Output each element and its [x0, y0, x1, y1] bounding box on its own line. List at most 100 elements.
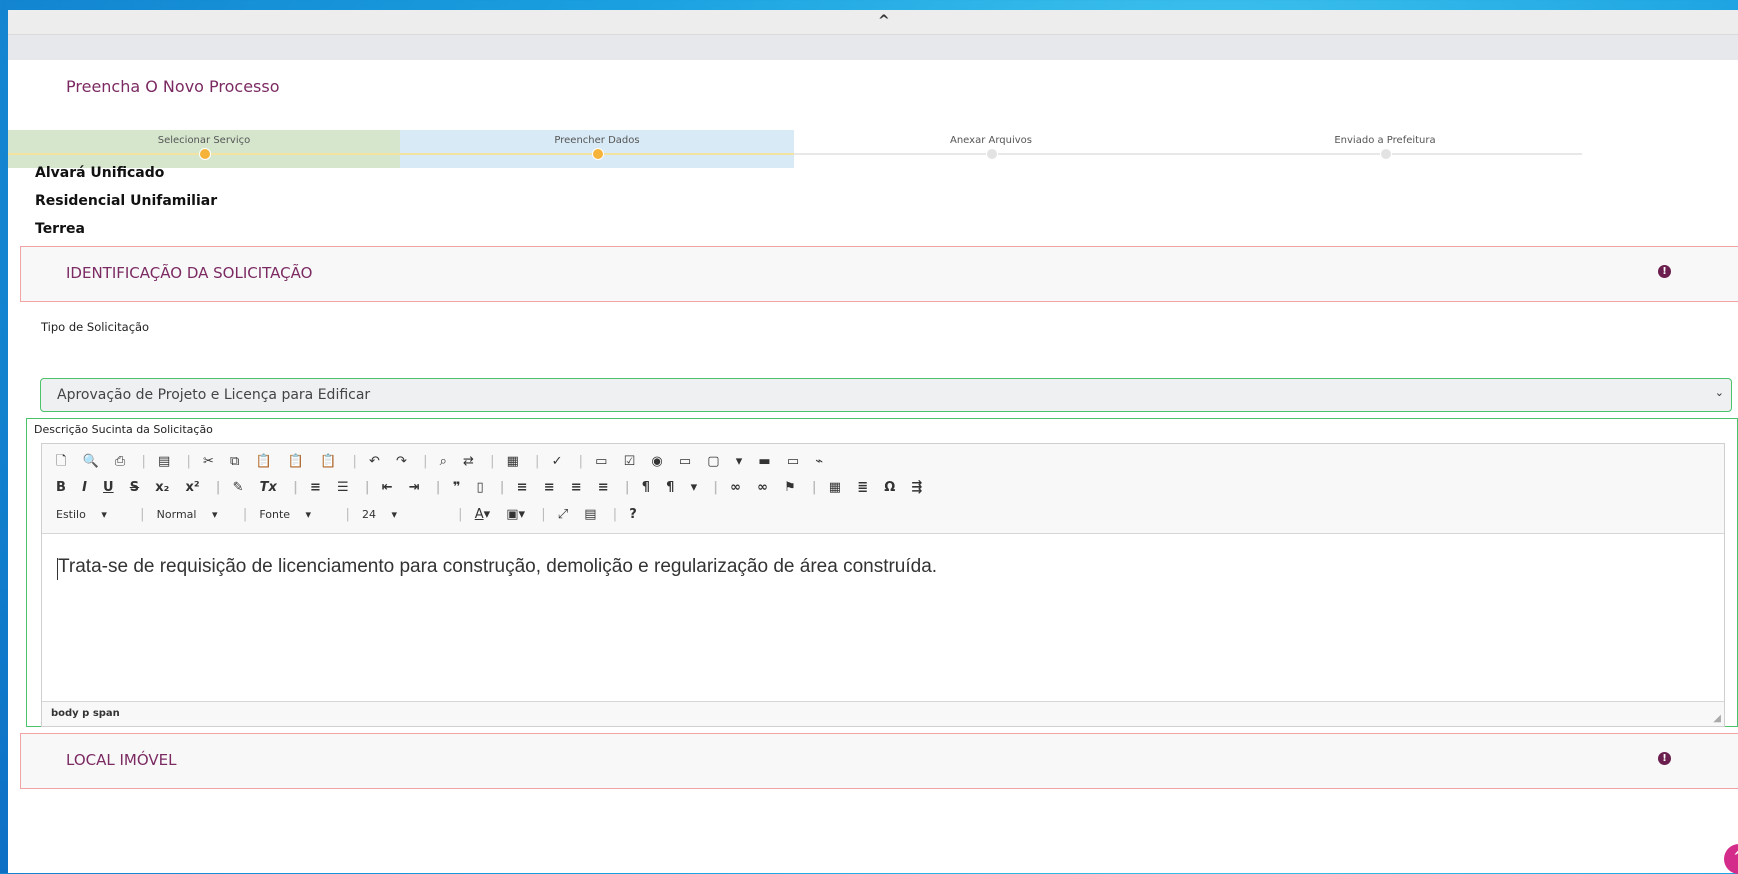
spellcheck-icon[interactable]: ✓: [552, 454, 563, 469]
language-icon[interactable]: ▾: [691, 480, 698, 495]
combo-label: Fonte: [259, 508, 291, 521]
indent-icon[interactable]: ⇥: [409, 480, 420, 495]
italic-icon[interactable]: I: [82, 480, 87, 495]
remove-format-icon[interactable]: Tx: [260, 480, 277, 495]
align-center-icon[interactable]: ≡: [544, 480, 555, 495]
paste-icon[interactable]: 📋: [255, 454, 271, 469]
element-path[interactable]: body p span: [51, 708, 120, 719]
service-subtype: Terrea: [35, 221, 85, 237]
section-title: LOCAL IMÓVEL: [66, 751, 177, 769]
help-icon[interactable]: ?: [629, 507, 637, 522]
superscript-icon[interactable]: x²: [186, 480, 200, 495]
alert-icon: !: [1658, 265, 1671, 278]
section-identificacao-header[interactable]: IDENTIFICAÇÃO DA SOLICITAÇÃO !: [20, 246, 1738, 302]
paste-text-icon[interactable]: 📋: [288, 454, 304, 469]
image-button-icon[interactable]: ▭: [787, 454, 799, 469]
format-combo[interactable]: Normal ▾: [157, 508, 227, 521]
step-dot: [986, 148, 998, 160]
textarea-icon[interactable]: ▢: [707, 454, 719, 469]
horizontal-line-icon[interactable]: ≣: [857, 480, 868, 495]
tipo-solicitacao-select[interactable]: Aprovação de Projeto e Licença para Edif…: [40, 378, 1732, 412]
step-dot: [1380, 148, 1392, 160]
copy-icon[interactable]: ⧉: [230, 454, 239, 469]
preview-icon[interactable]: 🔍: [83, 454, 99, 469]
select-value: Aprovação de Projeto e Licença para Edif…: [57, 387, 371, 403]
bg-color-icon[interactable]: ▣▾: [506, 507, 525, 522]
numbered-list-icon[interactable]: ≡: [310, 480, 321, 495]
toolbar-row-2: B I U S x₂ x² | ✎ Tx | ≡ ☰ | ⇤ ⇥ | ❞ ▯ |…: [56, 480, 923, 495]
button-icon[interactable]: ▬: [758, 454, 770, 469]
alert-icon: !: [1658, 752, 1671, 765]
editor-toolbar: 🗋 🔍 ⎙ | ▤ | ✂ ⧉ 📋 📋 📋 | ↶ ↷ | ⌕ ⇄ | ▦ | …: [42, 444, 1724, 534]
undo-icon[interactable]: ↶: [369, 454, 380, 469]
combo-label: 24: [362, 508, 377, 521]
justify-icon[interactable]: ≡: [598, 480, 609, 495]
div-icon[interactable]: ▯: [476, 480, 483, 495]
rich-text-editor: 🗋 🔍 ⎙ | ▤ | ✂ ⧉ 📋 📋 📋 | ↶ ↷ | ⌕ ⇄ | ▦ | …: [41, 443, 1725, 727]
form-icon[interactable]: ▭: [595, 454, 607, 469]
underline-icon[interactable]: U: [103, 480, 114, 495]
subscript-icon[interactable]: x₂: [155, 480, 169, 495]
table-icon[interactable]: ▦: [829, 480, 841, 495]
unlink-icon[interactable]: ∞: [757, 480, 768, 495]
step-enviado-prefeitura: Enviado a Prefeitura: [1188, 130, 1582, 168]
paste-word-icon[interactable]: 📋: [320, 454, 336, 469]
service-category: Residencial Unifamiliar: [35, 193, 218, 209]
bold-icon[interactable]: B: [56, 480, 66, 495]
combo-label: Estilo: [56, 508, 86, 521]
radio-icon[interactable]: ◉: [651, 454, 662, 469]
page-title: Preencha O Novo Processo: [66, 77, 280, 96]
textfield-icon[interactable]: ▭: [679, 454, 691, 469]
outdent-icon[interactable]: ⇤: [382, 480, 393, 495]
step-label: Anexar Arquivos: [950, 135, 1032, 146]
page-break-icon[interactable]: ⇶: [911, 480, 922, 495]
style-combo[interactable]: Estilo ▾: [56, 508, 124, 521]
step-selecionar-servico: Selecionar Serviço: [8, 130, 400, 168]
size-combo[interactable]: 24 ▾: [362, 508, 442, 521]
align-left-icon[interactable]: ≡: [517, 480, 528, 495]
section-title: IDENTIFICAÇÃO DA SOLICITAÇÃO: [66, 264, 313, 282]
bullet-list-icon[interactable]: ☰: [337, 480, 349, 495]
text-color-icon[interactable]: A▾: [475, 507, 490, 522]
new-page-icon[interactable]: 🗋: [56, 452, 66, 474]
descricao-label: Descrição Sucinta da Solicitação: [34, 423, 213, 436]
service-name: Alvará Unificado: [35, 165, 165, 181]
align-right-icon[interactable]: ≡: [571, 480, 582, 495]
step-preencher-dados: Preencher Dados: [400, 130, 794, 168]
font-combo[interactable]: Fonte ▾: [259, 508, 329, 521]
hidden-field-icon[interactable]: ⌁: [815, 454, 823, 469]
print-icon[interactable]: ⎙: [115, 454, 125, 469]
anchor-icon[interactable]: ⚑: [784, 480, 796, 495]
chevron-up-icon[interactable]: ^: [878, 13, 890, 29]
show-blocks-icon[interactable]: ▤: [584, 507, 596, 522]
step-dot: [592, 148, 604, 160]
step-dot: [199, 148, 211, 160]
copy-format-icon[interactable]: ✎: [233, 480, 244, 495]
section-local-imovel-header[interactable]: LOCAL IMÓVEL !: [20, 733, 1738, 789]
step-anexar-arquivos: Anexar Arquivos: [794, 130, 1188, 168]
maximize-icon[interactable]: ⤢: [558, 507, 568, 522]
collapse-bar[interactable]: ^: [8, 10, 1738, 35]
redo-icon[interactable]: ↷: [396, 454, 407, 469]
strike-icon[interactable]: S: [130, 480, 139, 495]
step-label: Selecionar Serviço: [157, 135, 251, 146]
find-icon[interactable]: ⌕: [440, 454, 447, 469]
editor-text: Trata-se de requisição de licenciamento …: [58, 556, 938, 577]
editor-content[interactable]: Trata-se de requisição de licenciamento …: [42, 534, 1724, 699]
descricao-field: Descrição Sucinta da Solicitação 🗋 🔍 ⎙ |…: [26, 418, 1738, 727]
checkbox-icon[interactable]: ☑: [624, 454, 636, 469]
cut-icon[interactable]: ✂: [203, 454, 214, 469]
blockquote-icon[interactable]: ❞: [453, 480, 461, 495]
replace-icon[interactable]: ⇄: [463, 454, 474, 469]
templates-icon[interactable]: ▤: [158, 454, 170, 469]
step-label: Enviado a Prefeitura: [1334, 135, 1436, 146]
step-label: Preencher Dados: [554, 135, 640, 146]
select-field-icon[interactable]: ▾: [736, 454, 743, 469]
resize-handle-icon[interactable]: ◢: [1713, 713, 1721, 724]
link-icon[interactable]: ∞: [730, 480, 741, 495]
ltr-icon[interactable]: ¶: [642, 480, 650, 495]
select-all-icon[interactable]: ▦: [507, 454, 519, 469]
editor-statusbar: body p span ◢: [42, 701, 1724, 726]
special-char-icon[interactable]: Ω: [884, 480, 895, 495]
rtl-icon[interactable]: ¶: [666, 480, 674, 495]
